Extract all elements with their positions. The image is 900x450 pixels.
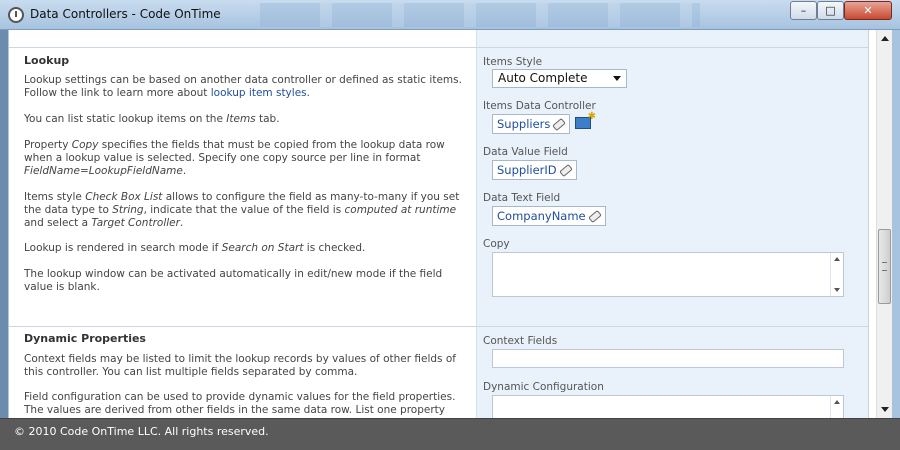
data-text-field-label: Data Text Field (483, 192, 561, 204)
context-fields-input[interactable] (492, 349, 844, 368)
text: . (182, 165, 187, 177)
lookup-paragraph-3: Property Copy specifies the fields that … (24, 139, 464, 178)
scroll-up-icon[interactable] (834, 257, 840, 261)
clear-icon[interactable] (552, 117, 567, 132)
title-bar: Data Controllers - Code OnTime – □ ✕ (0, 0, 900, 30)
text: String (112, 204, 144, 216)
scroll-down-icon[interactable] (881, 407, 889, 412)
footer: © 2010 Code OnTime LLC. All rights reser… (0, 418, 900, 450)
clear-icon[interactable] (587, 209, 602, 224)
dynamic-section-title: Dynamic Properties (24, 332, 146, 345)
text: You can list static lookup items on the (24, 113, 227, 125)
app-window: Data Controllers - Code OnTime – □ ✕ Loo… (0, 0, 900, 450)
content-edge (868, 30, 876, 418)
lookup-paragraph-4: Items style Check Box List allows to con… (24, 191, 464, 230)
text: Check Box List (85, 191, 163, 203)
data-text-field-lookup[interactable]: CompanyName (492, 206, 606, 226)
items-data-controller-value: Suppliers (497, 117, 551, 131)
lookup-paragraph-6: The lookup window can be activated autom… (24, 268, 443, 293)
copy-label: Copy (483, 238, 510, 250)
stopwatch-icon (8, 7, 24, 23)
text: tab. (255, 113, 280, 125)
text: Search on Start (221, 242, 304, 254)
data-text-field-value: CompanyName (497, 209, 586, 223)
lookup-item-styles-link[interactable]: lookup item styles (211, 87, 307, 99)
clear-icon[interactable] (558, 163, 573, 178)
items-style-label: Items Style (483, 56, 543, 68)
text: . (179, 217, 184, 229)
copyright-text: © 2010 Code OnTime LLC. All rights reser… (14, 425, 269, 438)
maximize-button[interactable]: □ (817, 1, 844, 20)
dynamic-paragraph-2: Field configuration can be used to provi… (24, 391, 456, 418)
lookup-paragraph-2: You can list static lookup items on the … (24, 113, 464, 126)
text: Items (226, 113, 256, 125)
minimize-button[interactable]: – (790, 1, 817, 20)
text: , indicate that the value of the field i… (143, 204, 345, 216)
context-fields-label: Context Fields (483, 335, 558, 347)
items-style-select[interactable]: Auto Complete (492, 69, 627, 88)
scroll-down-icon[interactable] (834, 288, 840, 292)
items-style-value: Auto Complete (498, 71, 588, 85)
lookup-paragraph-5: Lookup is rendered in search mode if Sea… (24, 242, 464, 255)
items-data-controller-label: Items Data Controller (483, 100, 596, 112)
background-ribbon (260, 3, 700, 27)
window-title: Data Controllers - Code OnTime (30, 7, 221, 21)
content-area: Lookup Lookup settings can be based on a… (8, 30, 876, 418)
dynamic-configuration-label: Dynamic Configuration (483, 381, 604, 393)
scroll-up-icon[interactable] (881, 36, 889, 41)
text: and select a (24, 217, 92, 229)
dynamic-paragraph-1: Context fields may be listed to limit th… (24, 353, 456, 378)
chevron-down-icon (613, 76, 621, 81)
copy-textarea[interactable] (492, 252, 844, 297)
lookup-paragraph-1: Lookup settings can be based on another … (24, 74, 464, 100)
lookup-section-title: Lookup (24, 54, 70, 67)
text: is checked. (303, 242, 366, 254)
text: Lookup is rendered in search mode if (24, 242, 222, 254)
text: Copy (71, 139, 99, 151)
items-data-controller-lookup[interactable]: Suppliers (492, 114, 571, 134)
data-value-field-lookup[interactable]: SupplierID (492, 160, 577, 180)
close-button[interactable]: ✕ (844, 1, 892, 20)
page-scrollbar[interactable] (876, 30, 892, 418)
dynamic-configuration-textarea[interactable] (492, 395, 844, 418)
data-value-field-value: SupplierID (497, 163, 557, 177)
scroll-up-icon[interactable] (834, 400, 840, 404)
text: Target Controller (91, 217, 180, 229)
text: FieldName=LookupFieldName (24, 165, 183, 177)
divider (9, 326, 868, 327)
text: Property (24, 139, 72, 151)
data-value-field-label: Data Value Field (483, 146, 568, 158)
scrollbar-thumb[interactable] (878, 229, 891, 304)
text: computed at runtime (344, 204, 457, 216)
text: Items style (24, 191, 86, 203)
textarea-scrollbar[interactable] (830, 396, 843, 418)
textarea-scrollbar[interactable] (830, 253, 843, 296)
divider (9, 47, 868, 48)
new-item-icon[interactable] (575, 111, 596, 129)
window-border (892, 30, 900, 418)
text: . (306, 87, 310, 99)
